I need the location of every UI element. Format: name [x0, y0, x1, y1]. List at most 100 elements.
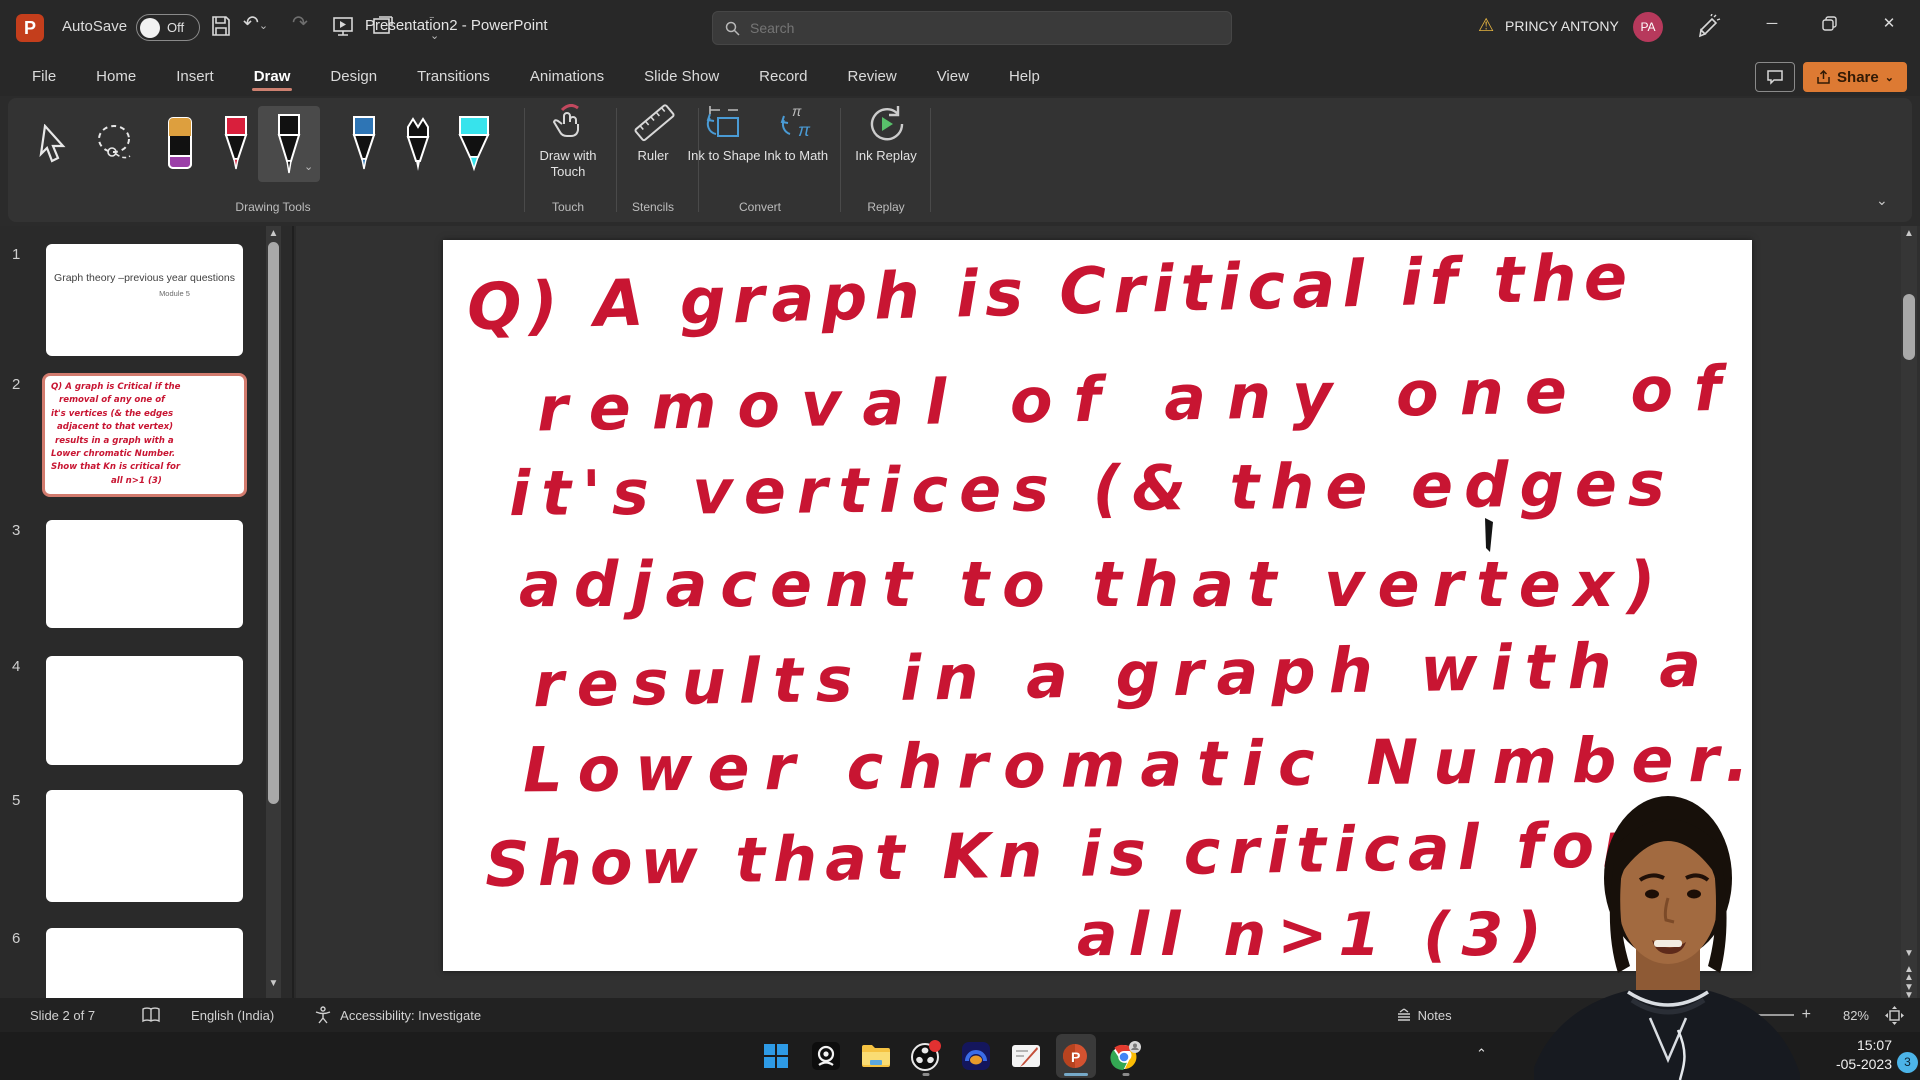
slide-thumbnail-panel: 1 Graph theory –previous year questions … — [0, 226, 296, 998]
tab-view[interactable]: View — [935, 60, 971, 93]
tab-record[interactable]: Record — [757, 60, 809, 93]
accessibility-status[interactable]: Accessibility: Investigate — [340, 1008, 481, 1023]
zoom-level[interactable]: 82% — [1843, 1008, 1869, 1023]
ribbon-panel: ⌄ Drawing Tools Draw with Touch Touch — [8, 98, 1912, 222]
ink-to-math-icon: ππ — [776, 104, 816, 144]
ink-replay-button[interactable]: Ink Replay — [846, 104, 926, 164]
scroll-up-icon[interactable]: ▲ — [1901, 228, 1917, 240]
ink-to-shape-button[interactable]: Ink to Shape — [684, 104, 764, 164]
avatar[interactable]: PA — [1633, 12, 1663, 42]
fit-slide-icon[interactable] — [1885, 1006, 1904, 1025]
tab-help[interactable]: Help — [1007, 60, 1042, 93]
search-icon — [725, 21, 740, 36]
draw-with-touch-button[interactable]: Draw with Touch — [525, 104, 611, 180]
slide-number: 5 — [12, 792, 20, 809]
zoom-in-button[interactable]: + — [1802, 1006, 1811, 1024]
audio-app-icon[interactable] — [956, 1034, 996, 1078]
slide-thumbnail-2-selected[interactable]: Q) A graph is Critical if the removal of… — [42, 373, 247, 497]
document-title: Presentation2 - PowerPoint — [365, 17, 548, 34]
megaphone-icon[interactable] — [1697, 14, 1723, 40]
clock-time: 15:07 — [1836, 1036, 1892, 1055]
minimize-button[interactable]: ─ — [1749, 0, 1795, 46]
thumbnail-scrollbar-thumb[interactable] — [268, 242, 279, 804]
slide-thumbnail-5[interactable] — [46, 790, 243, 902]
tab-animations[interactable]: Animations — [528, 60, 606, 93]
tab-insert[interactable]: Insert — [174, 60, 216, 93]
tab-design[interactable]: Design — [328, 60, 379, 93]
autosave-toggle[interactable]: Off — [136, 14, 200, 41]
select-tool[interactable] — [28, 106, 80, 182]
notification-badge[interactable]: 3 — [1897, 1052, 1918, 1073]
start-slideshow-icon[interactable] — [332, 15, 354, 37]
blue-pen-tool[interactable] — [338, 106, 390, 182]
tab-file[interactable]: File — [30, 60, 58, 93]
notes-button[interactable]: Notes — [1396, 1008, 1452, 1023]
active-indicator — [1064, 1073, 1088, 1076]
ink-to-math-button[interactable]: ππ Ink to Math — [756, 104, 836, 164]
share-button[interactable]: Share ⌄ — [1803, 62, 1907, 92]
tab-home[interactable]: Home — [94, 60, 138, 93]
scroll-down-icon[interactable]: ▼ — [266, 978, 281, 990]
zoom-slider-thumb[interactable] — [1714, 1008, 1721, 1022]
close-button[interactable]: ✕ — [1866, 0, 1912, 46]
whiteboard-app-icon[interactable] — [1006, 1034, 1046, 1078]
obs-studio-icon[interactable] — [906, 1034, 946, 1078]
share-label: Share — [1837, 69, 1879, 86]
slide-thumbnail-4[interactable] — [46, 656, 243, 765]
powerpoint-app-icon[interactable]: P — [16, 14, 44, 42]
tab-draw[interactable]: Draw — [252, 60, 293, 93]
slide-thumbnail-1[interactable]: Graph theory –previous year questions Mo… — [46, 244, 243, 356]
eraser-tool[interactable] — [154, 106, 206, 182]
main-scrollbar-thumb[interactable] — [1903, 294, 1915, 360]
save-icon[interactable] — [210, 14, 232, 38]
group-label-drawing-tools: Drawing Tools — [158, 200, 388, 214]
redo-button[interactable]: ↷ — [292, 12, 308, 35]
main-scrollbar[interactable]: ▲ ▼ ▲▲ ▼▼ — [1901, 226, 1917, 998]
search-box[interactable] — [712, 11, 1232, 45]
powerpoint-taskbar-icon[interactable]: P — [1056, 1034, 1096, 1078]
tab-slideshow[interactable]: Slide Show — [642, 60, 721, 93]
tray-expand-icon[interactable]: ⌃ — [1476, 1046, 1487, 1062]
slide-editing-surface[interactable]: Q) A graph is Critical if the removal of… — [443, 240, 1752, 971]
search-input[interactable] — [750, 20, 1190, 36]
pencil-tool[interactable] — [392, 106, 444, 182]
zoom-slider[interactable] — [1702, 1008, 1794, 1022]
lasso-select-tool[interactable] — [90, 106, 142, 182]
language-label[interactable]: English (India) — [191, 1008, 274, 1023]
spellcheck-book-icon[interactable] — [141, 1007, 161, 1024]
pen-options-chevron-icon[interactable]: ⌄ — [304, 160, 313, 173]
statusbar-right: Notes + 82% — [1396, 1006, 1920, 1025]
restore-button[interactable] — [1806, 0, 1852, 46]
slide-thumbnail-3[interactable] — [46, 520, 243, 628]
tab-review[interactable]: Review — [846, 60, 899, 93]
title-bar: P AutoSave Off ↶⌄ ↷ ⌄ ‾⌄ Presentation2 -… — [0, 0, 1920, 56]
group-label-convert: Convert — [684, 200, 836, 214]
collapse-ribbon-icon[interactable]: ⌄ — [1876, 192, 1888, 209]
warning-icon[interactable]: ⚠ — [1478, 15, 1494, 36]
ink-line: Q) A graph is Critical if the — [466, 241, 1635, 346]
ribbon: ⌄ Drawing Tools Draw with Touch Touch — [0, 96, 1920, 226]
slide-number: 6 — [12, 930, 20, 947]
comments-button[interactable] — [1755, 62, 1795, 92]
ruler-icon — [631, 104, 675, 144]
autosave-label: AutoSave — [62, 18, 127, 35]
slide-thumbnail-6[interactable] — [46, 928, 243, 998]
camera-app-icon[interactable] — [806, 1034, 846, 1078]
chrome-icon[interactable] — [1106, 1034, 1146, 1078]
toggle-knob-icon — [140, 18, 160, 38]
previous-slide-button[interactable]: ▲▲ — [1901, 966, 1917, 982]
red-pen-tool[interactable] — [210, 106, 262, 182]
file-explorer-icon[interactable] — [856, 1034, 896, 1078]
share-dropdown-icon: ⌄ — [1885, 71, 1894, 84]
ink-replay-icon — [865, 104, 907, 144]
ink-line: Lower chromatic Number. — [523, 723, 1764, 807]
scroll-up-icon[interactable]: ▲ — [266, 228, 281, 240]
undo-button[interactable]: ↶⌄ — [243, 12, 268, 35]
tray-clock[interactable]: 15:07 -05-2023 — [1836, 1036, 1892, 1074]
highlighter-tool[interactable] — [448, 106, 500, 182]
ink-line: adjacent to that vertex) — [519, 548, 1668, 621]
tab-transitions[interactable]: Transitions — [415, 60, 492, 93]
thumbnail-scrollbar[interactable]: ▲ ▼ — [266, 226, 281, 998]
start-button[interactable] — [756, 1034, 796, 1078]
scroll-down-icon[interactable]: ▼ — [1901, 948, 1917, 960]
